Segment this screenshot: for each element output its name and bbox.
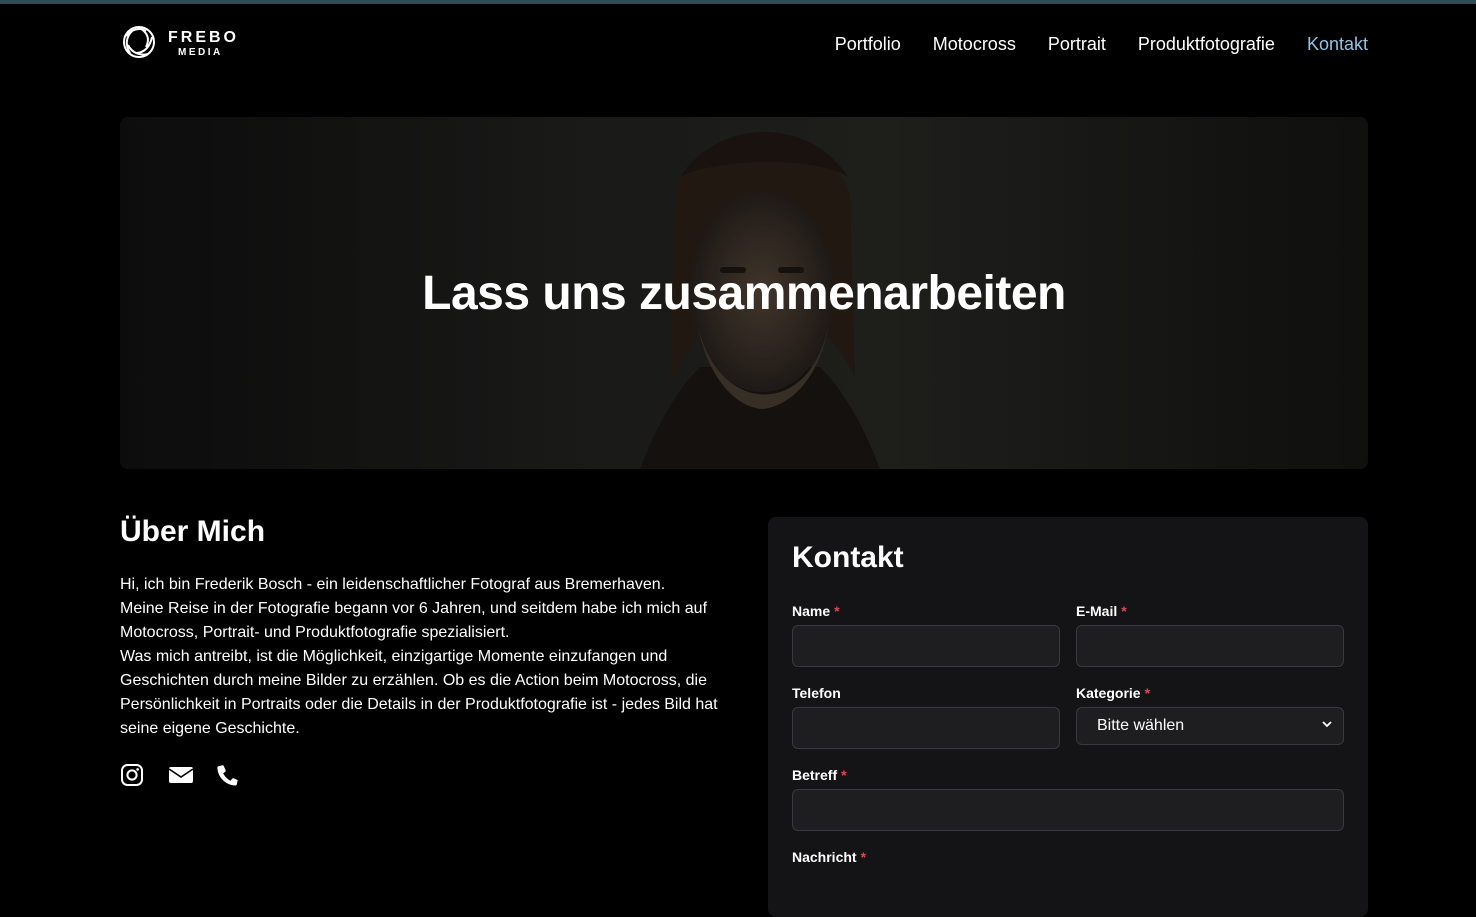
required-marker: *: [1144, 685, 1151, 701]
required-marker: *: [1121, 603, 1127, 619]
nav-item-motocross[interactable]: Motocross: [933, 34, 1016, 55]
nav-item-produktfotografie[interactable]: Produktfotografie: [1138, 34, 1275, 55]
navbar: FREBO MEDIA Portfolio Motocross Portrait…: [120, 4, 1368, 84]
category-selected-value: Bitte wählen: [1097, 717, 1185, 734]
email-label-text: E-Mail: [1076, 603, 1118, 619]
subject-label-text: Betreff: [792, 767, 838, 783]
required-marker: *: [834, 603, 840, 619]
social-links: [120, 763, 730, 787]
name-label: Name *: [792, 603, 840, 619]
about-title: Über Mich: [120, 515, 266, 548]
envelope-icon[interactable]: [168, 763, 194, 787]
about-section: Über Mich Hi, ich bin Frederik Bosch - e…: [120, 515, 730, 787]
hero-title: Lass uns zusammenarbeiten: [422, 266, 1066, 320]
category-label-text: Kategorie: [1076, 685, 1141, 701]
brand-name: FREBO: [168, 29, 239, 46]
required-marker: *: [841, 767, 847, 783]
message-label-text: Nachricht: [792, 849, 857, 865]
brand-logo[interactable]: FREBO MEDIA: [120, 23, 239, 66]
aperture-logo-icon: [120, 23, 158, 66]
nav-item-kontakt[interactable]: Kontakt: [1307, 34, 1368, 55]
phone-label-text: Telefon: [792, 685, 841, 701]
category-label: Kategorie *: [1076, 685, 1150, 701]
name-label-text: Name: [792, 603, 831, 619]
chevron-down-icon: [1321, 717, 1333, 735]
nav-item-portrait[interactable]: Portrait: [1048, 34, 1106, 55]
phone-label: Telefon: [792, 685, 841, 701]
subject-label: Betreff *: [792, 767, 847, 783]
name-field[interactable]: [792, 625, 1060, 667]
message-label: Nachricht *: [792, 849, 866, 865]
email-label: E-Mail *: [1076, 603, 1127, 619]
nav-item-portfolio[interactable]: Portfolio: [835, 34, 901, 55]
instagram-icon[interactable]: [120, 763, 144, 787]
contact-form-card: Kontakt Name * E-Mail * Telefon Kategorie *…: [768, 517, 1368, 917]
required-marker: *: [860, 849, 867, 865]
category-select[interactable]: Bitte wählen: [1076, 707, 1344, 745]
phone-field[interactable]: [792, 707, 1060, 749]
nav-menu: Portfolio Motocross Portrait Produktfoto…: [835, 34, 1368, 55]
about-text: Hi, ich bin Frederik Bosch - ein leidens…: [120, 576, 718, 737]
hero-banner: Lass uns zusammenarbeiten: [120, 117, 1368, 469]
phone-icon[interactable]: [216, 763, 240, 787]
subject-field[interactable]: [792, 789, 1344, 831]
contact-title: Kontakt: [792, 541, 904, 574]
email-field[interactable]: [1076, 625, 1344, 667]
brand-sub: MEDIA: [178, 47, 223, 58]
